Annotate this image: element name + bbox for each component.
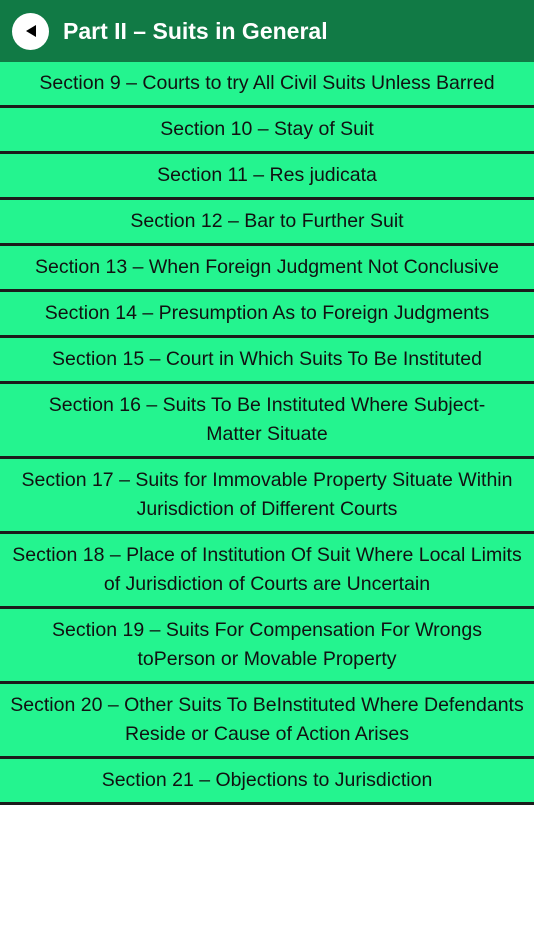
section-label: Section 17 – Suits for Immovable Propert… <box>21 469 513 520</box>
section-label: Section 18 – Place of Institution Of Sui… <box>12 544 522 595</box>
section-label: Section 19 – Suits For Compensation For … <box>52 619 482 670</box>
back-button[interactable] <box>12 12 49 50</box>
section-item-12[interactable]: Section 12 – Bar to Further Suit <box>0 200 534 246</box>
section-item-17[interactable]: Section 17 – Suits for Immovable Propert… <box>0 459 534 534</box>
section-item-15[interactable]: Section 15 – Court in Which Suits To Be … <box>0 338 534 384</box>
section-item-18[interactable]: Section 18 – Place of Institution Of Sui… <box>0 534 534 609</box>
section-item-9[interactable]: Section 9 – Courts to try All Civil Suit… <box>0 62 534 108</box>
section-label: Section 15 – Court in Which Suits To Be … <box>52 348 482 370</box>
section-label: Section 20 – Other Suits To BeInstituted… <box>10 694 524 745</box>
section-label: Section 10 – Stay of Suit <box>160 118 374 140</box>
section-item-16[interactable]: Section 16 – Suits To Be Instituted Wher… <box>0 384 534 459</box>
section-label: Section 9 – Courts to try All Civil Suit… <box>39 72 495 94</box>
section-item-11[interactable]: Section 11 – Res judicata <box>0 154 534 200</box>
section-item-10[interactable]: Section 10 – Stay of Suit <box>0 108 534 154</box>
section-label: Section 14 – Presumption As to Foreign J… <box>44 302 490 324</box>
section-item-19[interactable]: Section 19 – Suits For Compensation For … <box>0 609 534 684</box>
page-title: Part II – Suits in General <box>63 17 328 44</box>
section-label: Section 16 – Suits To Be Instituted Wher… <box>48 394 486 445</box>
section-list: Section 9 – Courts to try All Civil Suit… <box>0 62 534 805</box>
section-item-21[interactable]: Section 21 – Objections to Jurisdiction <box>0 759 534 805</box>
section-item-20[interactable]: Section 20 – Other Suits To BeInstituted… <box>0 684 534 759</box>
section-label: Section 11 – Res judicata <box>157 164 377 186</box>
back-arrow-icon <box>25 25 36 37</box>
section-label: Section 13 – When Foreign Judgment Not C… <box>35 256 499 278</box>
app-header: Part II – Suits in General <box>0 0 534 62</box>
section-label: Section 12 – Bar to Further Suit <box>130 210 404 232</box>
section-label: Section 21 – Objections to Jurisdiction <box>101 769 433 791</box>
section-item-14[interactable]: Section 14 – Presumption As to Foreign J… <box>0 292 534 338</box>
section-item-13[interactable]: Section 13 – When Foreign Judgment Not C… <box>0 246 534 292</box>
